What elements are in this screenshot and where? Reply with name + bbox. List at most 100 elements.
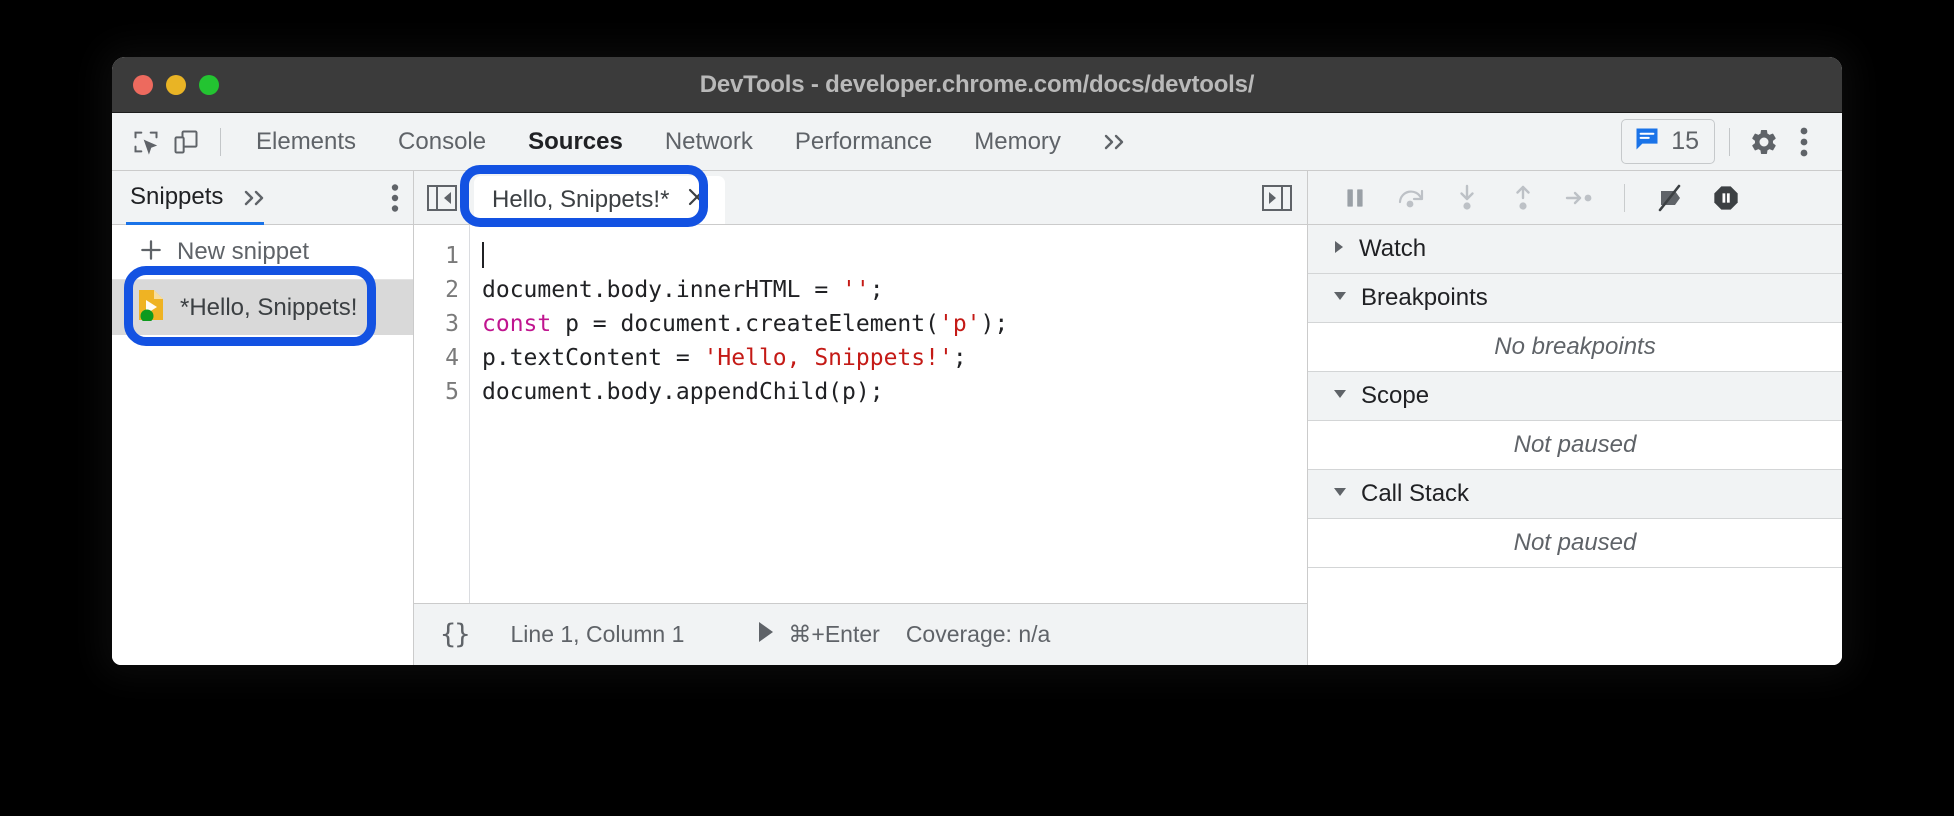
device-toolbar-icon[interactable] (166, 122, 206, 162)
show-debugger-icon[interactable] (1261, 183, 1293, 213)
more-vertical-icon[interactable] (1784, 122, 1824, 162)
code-token: p = document.createElement( (551, 311, 939, 337)
navigator-tab-active-indicator (126, 222, 264, 225)
list-item[interactable]: *Hello, Snippets! (112, 266, 413, 346)
editor-file-tab[interactable]: Hello, Snippets!* (474, 176, 726, 224)
step-into-icon[interactable] (1450, 184, 1484, 212)
editor-statusbar: {} Line 1, Column 1 ⌘+Enter Coverage: n/… (414, 603, 1307, 665)
gear-icon[interactable] (1744, 122, 1784, 162)
run-shortcut-label: ⌘+Enter (788, 621, 880, 647)
debugger-section-watch[interactable]: Watch (1308, 225, 1842, 274)
section-title: Scope (1361, 382, 1430, 409)
step-over-icon[interactable] (1394, 185, 1428, 211)
tab-performance[interactable]: Performance (774, 129, 953, 154)
pause-on-exceptions-icon[interactable] (1709, 184, 1743, 212)
window-title: DevTools - developer.chrome.com/docs/dev… (699, 70, 1255, 98)
tab-sources[interactable]: Sources (507, 129, 644, 154)
maximize-window-button[interactable] (199, 74, 219, 95)
coverage-label: Coverage: n/a (905, 621, 1051, 647)
debugger-sidebar: Watch Breakpoints No breakpoints Scope N… (1308, 171, 1842, 665)
line-number: 5 (445, 379, 459, 405)
chevron-down-icon (1332, 289, 1348, 308)
tab-memory[interactable]: Memory (953, 129, 1082, 154)
editor-pane: Hello, Snippets!* 1 2 3 4 5 document.bod… (414, 165, 1308, 665)
toolbar-divider-2 (1729, 127, 1730, 156)
new-snippet-label: New snippet (177, 238, 310, 265)
pretty-print-button[interactable]: {} (440, 621, 470, 648)
line-number: 3 (445, 311, 459, 337)
navigator-tab-snippets[interactable]: Snippets (130, 184, 223, 211)
chevron-down-icon (1332, 387, 1348, 406)
panel-tablist: Elements Console Sources Network Perform… (235, 129, 1148, 154)
code-token: document.body.innerHTML = (482, 277, 843, 303)
section-title: Call Stack (1361, 480, 1470, 507)
step-out-icon[interactable] (1506, 184, 1540, 212)
breakpoints-empty-state: No breakpoints (1308, 323, 1842, 372)
call-stack-empty-state: Not paused (1308, 519, 1842, 568)
tab-network[interactable]: Network (644, 129, 774, 154)
play-triangle-icon (756, 620, 776, 649)
devtools-window: DevTools - developer.chrome.com/docs/dev… (112, 57, 1842, 665)
debugger-controls-toolbar (1308, 171, 1842, 225)
line-number: 2 (445, 277, 459, 303)
empty-text: Not paused (1513, 529, 1637, 556)
debugger-section-breakpoints[interactable]: Breakpoints (1308, 274, 1842, 323)
debugger-controls-divider (1624, 183, 1625, 212)
close-icon[interactable] (685, 185, 709, 214)
editor-tabbar: Hello, Snippets!* (414, 165, 1307, 227)
code-lines[interactable]: document.body.innerHTML = ''; const p = … (470, 225, 1307, 603)
sources-panel-body: Snippets New snippet *Hello, Snippets! H… (112, 165, 1842, 665)
debugger-section-call-stack[interactable]: Call Stack (1308, 470, 1842, 519)
toolbar-divider (220, 127, 221, 156)
plus-icon (138, 237, 164, 268)
empty-text: Not paused (1513, 431, 1637, 458)
editor-file-tab-name: Hello, Snippets!* (492, 185, 670, 213)
code-editor[interactable]: 1 2 3 4 5 document.body.innerHTML = ''; … (414, 225, 1307, 603)
chevron-down-icon (1332, 485, 1348, 504)
tab-elements[interactable]: Elements (235, 129, 377, 154)
code-token: p.textContent = (482, 345, 704, 371)
code-token: '' (842, 277, 870, 303)
code-token: ; (952, 345, 967, 371)
minimize-window-button[interactable] (166, 74, 186, 95)
code-token: document.body.appendChild(p); (482, 379, 884, 405)
pause-script-execution-icon[interactable] (1338, 185, 1372, 211)
navigator-more-chevron-double-right-icon[interactable] (241, 188, 269, 208)
traffic-light-buttons (112, 74, 219, 95)
new-snippet-button[interactable]: New snippet (112, 225, 413, 280)
run-snippet-hint[interactable]: ⌘+Enter (756, 620, 880, 649)
line-number-gutter: 1 2 3 4 5 (414, 225, 470, 603)
tab-console[interactable]: Console (377, 129, 507, 154)
code-token: 'p' (938, 311, 981, 337)
code-token: ; (869, 277, 884, 303)
code-line: const p = document.createElement('p'); (482, 307, 1307, 341)
debugger-section-scope[interactable]: Scope (1308, 372, 1842, 421)
navigator-more-vertical-icon[interactable] (391, 183, 399, 213)
text-cursor (482, 242, 484, 268)
code-line: document.body.appendChild(p); (482, 375, 1307, 409)
section-title: Watch (1359, 235, 1427, 262)
scope-empty-state: Not paused (1308, 421, 1842, 470)
more-panels-chevron-double-right-icon[interactable] (1082, 131, 1148, 153)
close-window-button[interactable] (133, 74, 153, 95)
inspect-element-icon[interactable] (126, 122, 166, 162)
empty-text: No breakpoints (1494, 333, 1656, 360)
issues-count: 15 (1671, 127, 1699, 155)
chevron-right-icon (1332, 239, 1346, 260)
code-token: const (482, 311, 552, 337)
step-icon[interactable] (1562, 187, 1596, 209)
devtools-main-toolbar: Elements Console Sources Network Perform… (112, 113, 1842, 171)
code-line: document.body.innerHTML = ''; (482, 273, 1307, 307)
issues-message-icon (1633, 125, 1661, 158)
issues-status-badge[interactable]: 15 (1621, 119, 1715, 164)
navigator-tabbar: Snippets (112, 171, 413, 225)
cursor-position-label: Line 1, Column 1 (510, 621, 685, 647)
line-number: 4 (445, 345, 459, 371)
collapse-navigator-icon[interactable] (426, 183, 458, 213)
deactivate-breakpoints-icon[interactable] (1653, 184, 1687, 212)
sources-navigator-pane: Snippets New snippet *Hello, Snippets! (112, 171, 414, 665)
toolbar-right-group: 15 (1621, 119, 1824, 164)
code-line (482, 239, 1307, 273)
section-title: Breakpoints (1361, 284, 1488, 311)
snippet-name: *Hello, Snippets! (180, 293, 358, 321)
